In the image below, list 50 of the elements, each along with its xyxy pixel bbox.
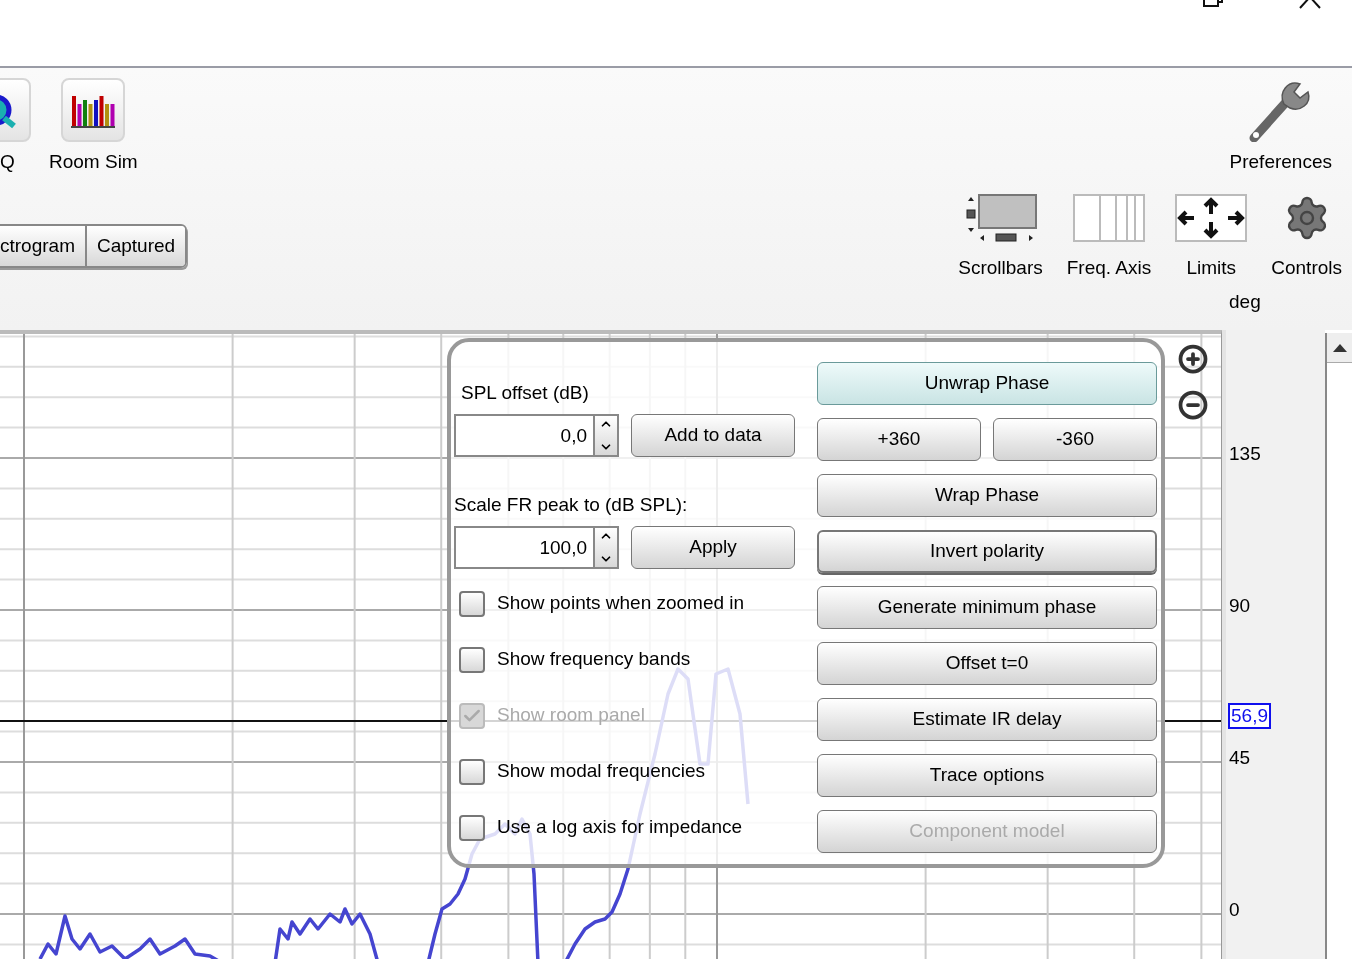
number-field[interactable]: 0,0 xyxy=(454,414,595,457)
action-button[interactable]: Generate minimum phase xyxy=(817,586,1157,629)
number-field[interactable]: 100,0 xyxy=(454,526,595,569)
axis-tick-label: 45 xyxy=(1229,746,1251,770)
restore-icon[interactable] xyxy=(1202,0,1224,8)
axis-tick-label: 90 xyxy=(1229,594,1251,618)
room-sim-tool-button[interactable] xyxy=(61,78,126,142)
action-button[interactable]: Offset t=0 xyxy=(817,642,1157,685)
checkbox-label: Show points when zoomed in xyxy=(497,591,745,616)
axis-tick-label: 135 xyxy=(1229,442,1261,466)
checkbox[interactable] xyxy=(459,814,485,841)
checkbox[interactable] xyxy=(459,646,485,673)
action-button[interactable]: Trace options xyxy=(817,754,1157,797)
view-tab[interactable]: Captured xyxy=(84,226,186,266)
view-option-label: Controls xyxy=(1271,256,1342,280)
checkbox-label: Show modal frequencies xyxy=(497,759,706,784)
scrollbars-icon[interactable] xyxy=(963,194,1038,242)
spinner-buttons[interactable] xyxy=(595,526,619,569)
axis-tick-label: 0 xyxy=(1229,898,1240,922)
vertical-scrollbar[interactable] xyxy=(1325,333,1352,959)
close-icon[interactable] xyxy=(1298,0,1322,9)
tool-label: Room Sim xyxy=(49,150,138,174)
scroll-up-icon[interactable] xyxy=(1332,343,1347,352)
view-option-label: Freq. Axis xyxy=(1066,256,1152,280)
cursor-readout: 56,9 xyxy=(1228,703,1271,729)
zoom-out-icon[interactable] xyxy=(1178,390,1208,420)
zoom-in-icon[interactable] xyxy=(1178,344,1208,374)
four-arrows-icon[interactable] xyxy=(1175,194,1248,242)
field-label: Scale FR peak to (dB SPL): xyxy=(454,493,689,517)
action-button[interactable]: Unwrap Phase xyxy=(817,362,1157,405)
tool-label: Preferences xyxy=(1229,150,1332,174)
spinner-buttons[interactable] xyxy=(595,414,619,457)
checkbox-label: Show frequency bands xyxy=(497,647,691,672)
action-button[interactable]: Estimate IR delay xyxy=(817,698,1157,741)
checkbox[interactable] xyxy=(459,590,485,617)
add-to-data-button[interactable]: Add to data xyxy=(631,414,795,457)
action-button[interactable]: -360 xyxy=(993,418,1157,461)
apply-button[interactable]: Apply xyxy=(631,526,795,569)
action-button[interactable]: +360 xyxy=(817,418,981,461)
checkbox-label: Use a log axis for impedance xyxy=(497,815,742,840)
checkbox[interactable] xyxy=(459,758,485,785)
view-option-label: Scrollbars xyxy=(958,256,1043,280)
axis-unit-label: deg xyxy=(1229,290,1261,314)
action-button[interactable]: Invert polarity xyxy=(817,530,1157,573)
checkbox-label: Show room panel xyxy=(497,703,645,728)
tool-label: Q xyxy=(0,150,15,174)
view-option-label: Limits xyxy=(1186,256,1237,280)
field-label: SPL offset (dB) xyxy=(460,381,590,405)
action-button[interactable]: Wrap Phase xyxy=(817,474,1157,517)
view-tab[interactable]: ctrogram xyxy=(0,226,85,266)
